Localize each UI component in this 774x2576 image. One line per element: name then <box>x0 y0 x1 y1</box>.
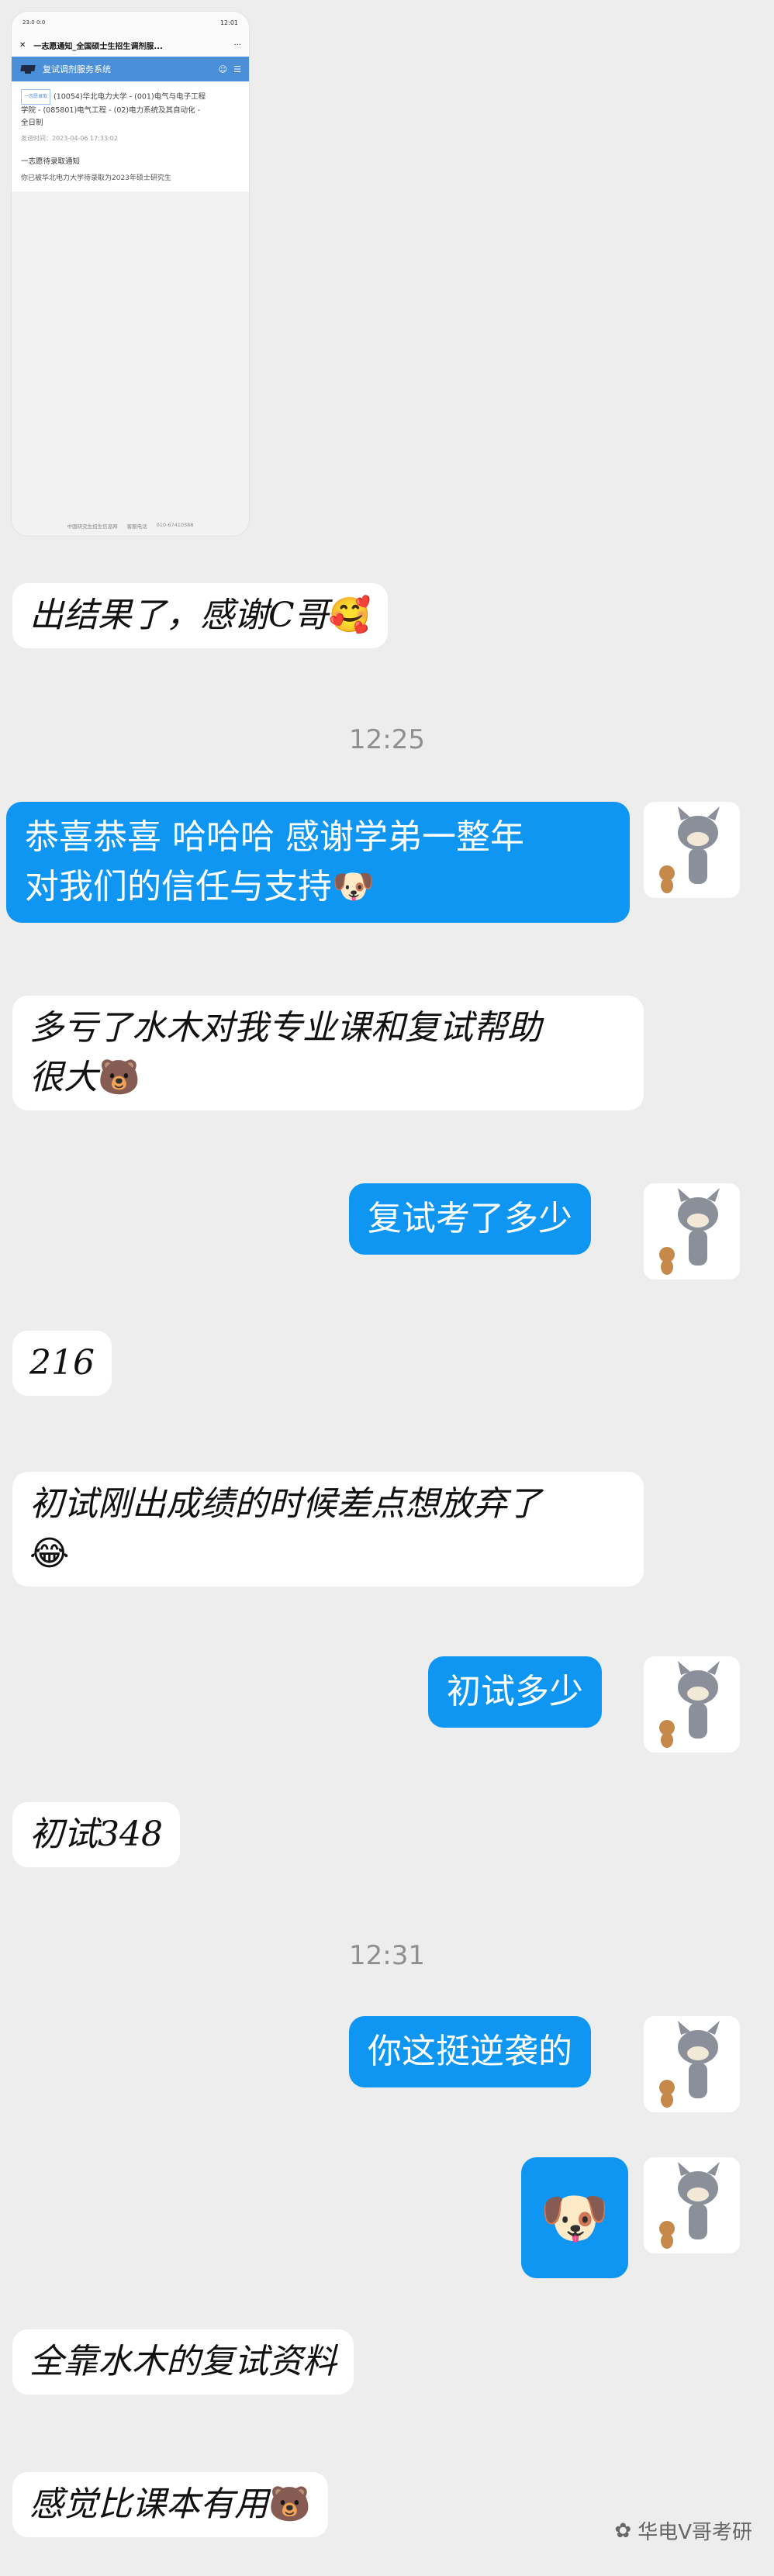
message-line: 恭喜恭喜 哈哈哈 感谢学弟一整年 <box>25 817 524 857</box>
avatar[interactable] <box>644 1656 740 1752</box>
watermark-text: 华电V哥考研 <box>638 2521 752 2544</box>
message-line: 对我们的信任与支持 <box>25 867 332 906</box>
message-line: 很大 <box>29 1058 98 1097</box>
message-text: 你这挺逆袭的 <box>368 2032 572 2071</box>
bear-sticker-icon: 🐻 <box>268 2484 311 2524</box>
user-icon: ☺ <box>218 64 228 74</box>
message-text: 初试多少 <box>447 1672 583 1711</box>
dog-sticker-icon: 🐶 <box>540 2184 610 2250</box>
message-text: 216 <box>29 1343 95 1383</box>
card-line2: 学院 - (085801)电气工程 - (02)电力系统及其自动化 - <box>21 106 201 115</box>
close-icon: ✕ <box>19 40 26 50</box>
status-time: 12:01 <box>219 19 238 26</box>
incoming-message: 多亏了水木对我专业课和复试帮助 很大🐻 <box>12 996 644 1110</box>
message-line: 多亏了水木对我专业课和复试帮助 <box>29 1008 541 1048</box>
notice-section: 一志愿待录取通知 你已被华北电力大学待录取为2023年硕士研究生 <box>12 150 249 192</box>
bear-sticker-icon: 🐻 <box>98 1058 140 1097</box>
wechat-channel-icon: ✿ <box>614 2519 632 2543</box>
message-line: 初试刚出成绩的时候差点想放弃了 <box>29 1484 541 1524</box>
status-signal: 23:0 0:0 <box>22 19 46 26</box>
outgoing-message: 复试考了多少 <box>349 1183 591 1255</box>
footer-phone-label: 客服电话 <box>126 523 147 530</box>
graduation-cap-icon <box>19 64 36 74</box>
incoming-message: 216 <box>12 1331 112 1396</box>
timestamp: 12:25 <box>349 724 425 755</box>
outgoing-message: 恭喜恭喜 哈哈哈 感谢学弟一整年 对我们的信任与支持🐶 <box>6 802 630 923</box>
tom-and-jerry-avatar-icon <box>644 802 740 898</box>
card-line: 一志愿录取 (10054)华北电力大学 - (001)电气与电子工程 <box>21 89 240 105</box>
tom-and-jerry-avatar-icon <box>644 1183 740 1279</box>
incoming-message: 感觉比课本有用🐻 <box>12 2472 328 2537</box>
webview-nav: ✕ 一志愿通知_全国硕士生招生调剂服... ··· <box>12 33 249 57</box>
smile-emoji-icon: 🥰 <box>328 596 371 635</box>
message-text: 全靠水木的复试资料 <box>29 2342 337 2381</box>
avatar[interactable] <box>644 1183 740 1279</box>
menu-icon: ☰ <box>233 64 241 74</box>
footer-site: 中国研究生招生信息网 <box>67 523 118 530</box>
notice-text: 你已被华北电力大学待录取为2023年硕士研究生 <box>21 174 171 182</box>
avatar[interactable] <box>644 802 740 898</box>
outgoing-message: 初试多少 <box>428 1656 602 1728</box>
message-text: 出结果了，感谢C哥 <box>29 596 329 635</box>
tom-and-jerry-avatar-icon <box>644 2157 740 2253</box>
laughing-emoji-icon: 😂 <box>29 1534 70 1573</box>
message-text: 复试考了多少 <box>368 1199 572 1238</box>
incoming-message: 初试刚出成绩的时候差点想放弃了 😂 <box>12 1472 644 1587</box>
card-line3: 全日制 <box>21 119 43 127</box>
system-title: 复试调剂服务系统 <box>43 64 111 74</box>
card-time: 发送时间：2023-04-06 17:33:02 <box>21 135 118 142</box>
incoming-message: 全靠水木的复试资料 <box>12 2329 354 2395</box>
footer-phone: 010-67410388 <box>156 522 194 528</box>
admission-card: 一志愿录取 (10054)华北电力大学 - (001)电气与电子工程 学院 - (… <box>12 81 249 150</box>
notice-title: 一志愿待录取通知 <box>21 157 81 166</box>
card-line1: (10054)华北电力大学 - (001)电气与电子工程 <box>54 92 206 102</box>
system-header: 复试调剂服务系统 ☺ ☰ <box>12 57 249 81</box>
tom-and-jerry-avatar-icon <box>644 2016 740 2112</box>
incoming-message: 出结果了，感谢C哥🥰 <box>12 583 389 648</box>
embedded-screenshot: 23:0 0:0 12:01 ✕ 一志愿通知_全国硕士生招生调剂服... ···… <box>11 11 250 537</box>
outgoing-sticker: 🐶 <box>521 2157 628 2278</box>
outgoing-message: 你这挺逆袭的 <box>349 2016 591 2087</box>
avatar[interactable] <box>644 2157 740 2253</box>
incoming-message: 初试348 <box>12 1802 180 1867</box>
more-icon: ··· <box>233 40 241 50</box>
admission-tag: 一志愿录取 <box>21 89 51 105</box>
tom-and-jerry-avatar-icon <box>644 1656 740 1752</box>
message-text: 感觉比课本有用 <box>29 2484 268 2524</box>
message-text: 初试348 <box>29 1815 163 1854</box>
status-bar: 23:0 0:0 12:01 <box>12 12 249 33</box>
avatar[interactable] <box>644 2016 740 2112</box>
timestamp: 12:31 <box>349 1940 425 1971</box>
watermark: ✿ 华电V哥考研 <box>614 2516 752 2545</box>
webview-title: 一志愿通知_全国硕士生招生调剂服... <box>33 42 163 51</box>
site-footer: 中国研究生招生信息网 客服电话 010-67410388 <box>12 522 249 530</box>
dog-sticker-icon: 🐶 <box>332 867 375 906</box>
